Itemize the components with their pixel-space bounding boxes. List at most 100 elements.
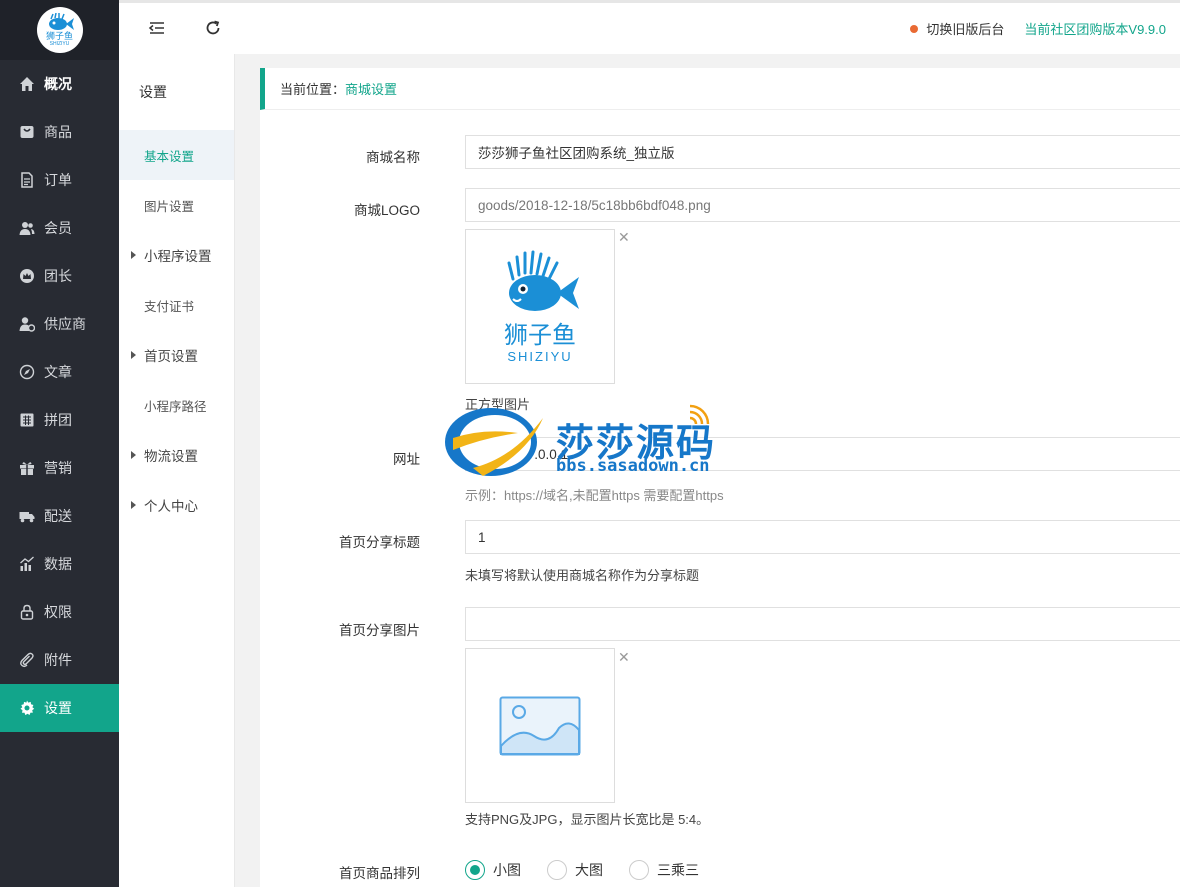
image-placeholder-icon: [499, 696, 581, 755]
url-label: 网址: [393, 452, 420, 467]
gear-icon: [19, 700, 35, 716]
shop-name-input[interactable]: [465, 135, 1180, 169]
sidebar-item-marketing[interactable]: 营销: [0, 444, 119, 492]
shop-name-label: 商城名称: [366, 150, 420, 165]
logo-subtext: SHIZIYU: [49, 41, 70, 47]
top-bar: 切换旧版后台 当前社区团购版本V9.9.0: [119, 0, 1180, 54]
version-label[interactable]: 当前社区团购版本V9.9.0: [1024, 19, 1166, 38]
logo-area: 狮子鱼 SHIZIYU: [0, 0, 119, 60]
truck-icon: [19, 508, 35, 524]
sidebar-item-suppliers[interactable]: 供应商: [0, 300, 119, 348]
logo-preview-cn: 狮子鱼: [504, 322, 576, 349]
group-buy-icon: [19, 412, 35, 428]
sidebar-item-label: 设置: [44, 700, 72, 716]
gift-icon: [19, 460, 35, 476]
sidebar-item-articles[interactable]: 文章: [0, 348, 119, 396]
sidebar-item-delivery[interactable]: 配送: [0, 492, 119, 540]
status-dot: [910, 24, 919, 33]
users-icon: [19, 220, 35, 236]
url-input[interactable]: [465, 437, 1180, 471]
compass-icon: [19, 364, 35, 380]
home-icon: [19, 76, 35, 92]
logo[interactable]: 狮子鱼 SHIZIYU: [36, 7, 83, 53]
breadcrumb-prefix: 当前位置：: [280, 82, 346, 97]
subnav-title: 设置: [139, 84, 167, 100]
bag-icon: [19, 124, 35, 140]
sidebar-item-orders[interactable]: 订单: [0, 156, 119, 204]
sidebar-item-label: 附件: [44, 652, 72, 668]
radio-label: 三乘三: [657, 862, 699, 878]
switch-old-backend-link[interactable]: 切换旧版后台: [926, 19, 1004, 38]
remove-share-image-icon[interactable]: ✕: [618, 649, 630, 666]
remove-logo-icon[interactable]: ✕: [618, 229, 630, 246]
lion-fish-logo-icon: [507, 250, 579, 311]
sidebar-item-label: 供应商: [44, 316, 86, 332]
layout-option-large[interactable]: 大图: [547, 860, 603, 880]
shop-logo-input[interactable]: [465, 188, 1180, 222]
sidebar-item-attachments[interactable]: 附件: [0, 636, 119, 684]
sidebar-item-label: 数据: [44, 556, 72, 572]
sidebar-item-group-buy[interactable]: 拼团: [0, 396, 119, 444]
collapse-menu-icon[interactable]: [148, 19, 166, 37]
share-image-preview[interactable]: [465, 648, 615, 803]
breadcrumb-current[interactable]: 商城设置: [345, 79, 397, 98]
logo-caption: 正方型图片: [465, 397, 531, 412]
logo-preview[interactable]: 狮子鱼 SHIZIYU: [465, 229, 615, 384]
logo-preview-en: SHIZIYU: [507, 349, 573, 364]
sidebar-item-label: 订单: [44, 172, 72, 188]
subnav-item-basic-settings[interactable]: 基本设置: [119, 130, 234, 180]
sidebar-item-label: 文章: [44, 364, 72, 380]
share-image-label: 首页分享图片: [339, 623, 420, 638]
share-title-label: 首页分享标题: [339, 535, 420, 550]
sidebar-item-leaders[interactable]: 团长: [0, 252, 119, 300]
sidebar-item-label: 配送: [44, 508, 72, 524]
subnav-item-image-settings[interactable]: 图片设置: [119, 180, 234, 230]
layout-option-small[interactable]: 小图: [465, 860, 521, 880]
share-image-hint: 支持PNG及JPG，显示图片长宽比是 5:4。: [465, 812, 710, 827]
sidebar-item-data[interactable]: 数据: [0, 540, 119, 588]
goods-layout-label: 首页商品排列: [339, 866, 420, 881]
goods-layout-radio-group: 小图 大图 三乘三: [465, 860, 725, 880]
sidebar-item-label: 概况: [44, 76, 72, 92]
subnav-item-miniprogram-path[interactable]: 小程序路径: [119, 380, 234, 430]
radio-large[interactable]: [547, 860, 567, 880]
subnav-item-miniprogram-settings[interactable]: 小程序设置: [119, 230, 234, 280]
supplier-icon: [19, 316, 35, 332]
refresh-icon[interactable]: [204, 19, 222, 37]
sidebar-item-label: 营销: [44, 460, 72, 476]
radio-3x3[interactable]: [629, 860, 649, 880]
subnav-item-home-settings[interactable]: 首页设置: [119, 330, 234, 380]
document-icon: [19, 172, 35, 188]
sidebar-item-overview[interactable]: 概况: [0, 60, 119, 108]
subnav-item-personal-center[interactable]: 个人中心: [119, 480, 234, 530]
fish-logo-icon: [48, 13, 74, 30]
radio-label: 小图: [493, 862, 521, 878]
sidebar-item-members[interactable]: 会员: [0, 204, 119, 252]
share-image-input[interactable]: [465, 607, 1180, 641]
radio-small[interactable]: [465, 860, 485, 880]
layout-option-3x3[interactable]: 三乘三: [629, 860, 699, 880]
radio-label: 大图: [575, 862, 603, 878]
crown-icon: [19, 268, 35, 284]
share-title-hint: 未填写将默认使用商城名称作为分享标题: [465, 568, 700, 583]
sidebar-item-settings[interactable]: 设置: [0, 684, 119, 732]
sidebar-item-label: 商品: [44, 124, 72, 140]
sidebar-item-label: 会员: [44, 220, 72, 236]
paperclip-icon: [19, 652, 35, 668]
sidebar-item-label: 拼团: [44, 412, 72, 428]
share-title-input[interactable]: [465, 520, 1180, 554]
subnav-item-payment-cert[interactable]: 支付证书: [119, 280, 234, 330]
subnav-item-logistics-settings[interactable]: 物流设置: [119, 430, 234, 480]
chart-icon: [19, 556, 35, 572]
sidebar-item-goods[interactable]: 商品: [0, 108, 119, 156]
sidebar-item-label: 权限: [44, 604, 72, 620]
logo-text: 狮子鱼: [45, 31, 73, 41]
main-sidebar: 狮子鱼 SHIZIYU 概况 商品 订单 会员 团长 供应商 文章 拼团 营销: [0, 0, 119, 887]
shop-logo-label: 商城LOGO: [353, 203, 420, 218]
top-bar-right: 切换旧版后台 当前社区团购版本V9.9.0: [910, 19, 1166, 38]
url-hint: 示例：https://域名,未配置https 需要配置https: [465, 488, 724, 503]
sidebar-item-label: 团长: [44, 268, 72, 284]
sidebar-item-permissions[interactable]: 权限: [0, 588, 119, 636]
breadcrumb: 当前位置： 商城设置: [260, 68, 1180, 110]
lock-icon: [19, 604, 35, 620]
